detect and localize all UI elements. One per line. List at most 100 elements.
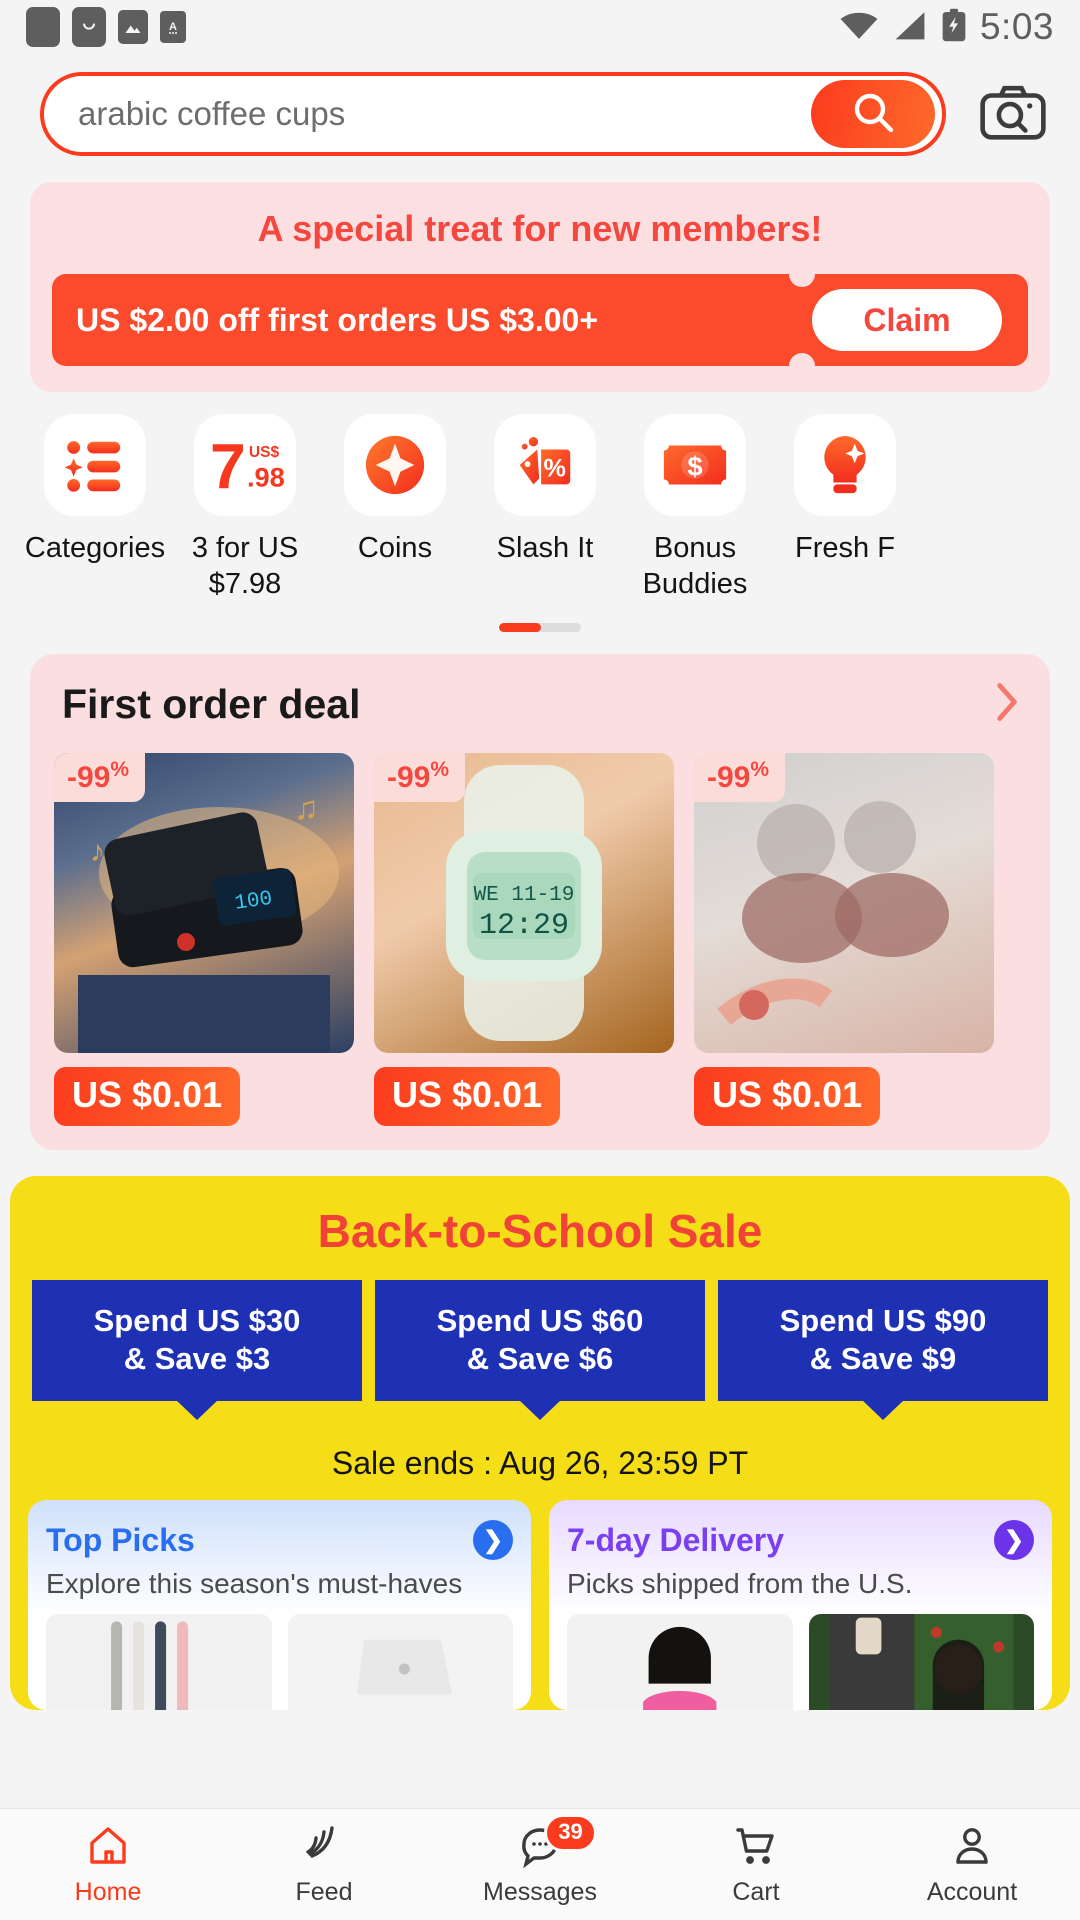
- delivery-thumbs: [567, 1614, 1034, 1710]
- chevron-right-circle-icon[interactable]: ❯: [473, 1520, 513, 1560]
- bottom-navigation: Home Feed 39 Messages Cart Account: [0, 1808, 1080, 1920]
- first-order-deal-products: 100 ♫ ♪ -99% US $0.01 WE 11-19 12:29 -99…: [50, 752, 1030, 1126]
- claim-button[interactable]: Claim: [812, 289, 1002, 351]
- tier-line-1: Spend US $30: [93, 1302, 301, 1338]
- shopping-bag-icon: [72, 7, 106, 47]
- member-banner-title: A special treat for new members!: [257, 208, 823, 249]
- top-picks-card[interactable]: Top Picks ❯ Explore this season's must-h…: [28, 1500, 531, 1710]
- quick-link-bonus-buddies[interactable]: $ Bonus Buddies: [620, 414, 770, 603]
- svg-text:♪: ♪: [90, 835, 105, 868]
- camera-search-button[interactable]: [972, 73, 1054, 155]
- nav-label: Account: [926, 1878, 1018, 1906]
- quick-link-coins[interactable]: Coins: [320, 414, 470, 603]
- back-to-school-section: Back-to-School Sale Spend US $30 & Save …: [10, 1175, 1070, 1710]
- tier-line-1: Spend US $60: [436, 1302, 644, 1338]
- spend-save-tier[interactable]: Spend US $60 & Save $6: [375, 1279, 705, 1401]
- sale-end-text: Sale ends : Aug 26, 23:59 PT: [331, 1445, 749, 1481]
- product-image[interactable]: -99%: [694, 752, 994, 1053]
- quick-link-fresh-finds[interactable]: Fresh F: [770, 414, 920, 603]
- top-picks-thumbs: [46, 1614, 513, 1710]
- app-screen: A 5:03 arabic coffee cups A special trea…: [0, 0, 1080, 1920]
- quick-link-slash-it[interactable]: % Slash It: [470, 414, 620, 603]
- nav-messages[interactable]: 39 Messages: [432, 1814, 648, 1907]
- product-thumbnail[interactable]: [46, 1614, 272, 1710]
- tier-line-2: & Save $6: [466, 1341, 614, 1377]
- search-bar[interactable]: arabic coffee cups: [40, 72, 946, 156]
- discount-badge: -99%: [374, 752, 466, 802]
- promo-subcards: Top Picks ❯ Explore this season's must-h…: [10, 1482, 1070, 1710]
- status-bar-clock: 5:03: [979, 6, 1054, 47]
- coupon-ticket[interactable]: US $2.00 off first orders US $3.00+ Clai…: [52, 274, 1028, 366]
- slash-it-tag-icon: %: [494, 414, 596, 516]
- product-card[interactable]: WE 11-19 12:29 -99% US $0.01: [374, 752, 674, 1126]
- spend-save-tier[interactable]: Spend US $90 & Save $9: [718, 1279, 1048, 1401]
- ticket-notch-bottom: [789, 353, 815, 366]
- nav-cart[interactable]: Cart: [648, 1822, 864, 1907]
- top-picks-header: Top Picks ❯: [46, 1520, 513, 1560]
- ticket-notch-top: [789, 274, 815, 287]
- svg-text:♫: ♫: [294, 789, 319, 826]
- bonus-cash-icon: $: [644, 414, 746, 516]
- coins-icon: [344, 414, 446, 516]
- spend-save-tier[interactable]: Spend US $30 & Save $3: [32, 1279, 362, 1401]
- messages-unread-badge: 39: [544, 1814, 597, 1852]
- svg-text:.98: .98: [247, 461, 284, 492]
- nav-label: Home: [74, 1878, 142, 1906]
- product-thumbnail[interactable]: [287, 1614, 513, 1710]
- fresh-finds-bulb-icon: [794, 414, 896, 516]
- nav-label: Cart: [732, 1878, 780, 1906]
- top-picks-title: Top Picks: [46, 1521, 195, 1558]
- coupon-offer-text: US $2.00 off first orders US $3.00+: [76, 301, 598, 338]
- product-thumbnail[interactable]: [567, 1614, 793, 1710]
- nav-feed[interactable]: Feed: [216, 1822, 432, 1907]
- section-title: First order deal: [62, 680, 361, 727]
- svg-text:12:29: 12:29: [479, 909, 569, 943]
- product-card[interactable]: -99% US $0.01: [694, 752, 994, 1126]
- nav-account[interactable]: Account: [864, 1822, 1080, 1907]
- quick-link-categories[interactable]: Categories: [20, 414, 170, 603]
- quick-link-label: Categories: [24, 532, 166, 564]
- three-for-price-icon: 7 US$ .98: [194, 414, 296, 516]
- svg-text:A: A: [169, 21, 177, 33]
- product-price: US $0.01: [694, 1066, 881, 1126]
- nav-home[interactable]: Home: [0, 1822, 216, 1907]
- tier-line-2: & Save $3: [123, 1341, 271, 1377]
- wifi-icon: [839, 9, 879, 46]
- seven-day-delivery-card[interactable]: 7-day Delivery ❯ Picks shipped from the …: [549, 1500, 1052, 1710]
- pager-thumb[interactable]: [499, 622, 541, 632]
- chevron-right-icon[interactable]: [990, 680, 1024, 729]
- quick-link-label: Coins: [357, 532, 433, 564]
- new-member-banner: A special treat for new members! US $2.0…: [30, 182, 1050, 392]
- pager-track: [499, 622, 581, 632]
- search-button[interactable]: [811, 80, 935, 148]
- cart-icon: [736, 1828, 774, 1864]
- svg-text:US$: US$: [249, 444, 280, 461]
- top-picks-subtitle: Explore this season's must-haves: [46, 1568, 463, 1599]
- first-order-deal-header[interactable]: First order deal: [50, 680, 1030, 729]
- feed-icon: [306, 1826, 334, 1858]
- delivery-header: 7-day Delivery ❯: [567, 1520, 1034, 1560]
- chevron-right-circle-icon[interactable]: ❯: [994, 1520, 1034, 1560]
- product-image[interactable]: WE 11-19 12:29 -99%: [374, 752, 674, 1053]
- quick-link-three-for-price[interactable]: 7 US$ .98 3 for US $7.98: [170, 414, 320, 603]
- product-price: US $0.01: [54, 1066, 241, 1126]
- status-bar: A 5:03: [0, 0, 1080, 54]
- product-price: US $0.01: [374, 1066, 561, 1126]
- tier-line-1: Spend US $90: [779, 1302, 987, 1338]
- discount-badge: -99%: [54, 752, 146, 802]
- search-input[interactable]: arabic coffee cups: [78, 95, 811, 133]
- camera-search-icon: [980, 82, 1046, 147]
- product-image[interactable]: 100 ♫ ♪ -99%: [54, 752, 354, 1053]
- product-card[interactable]: 100 ♫ ♪ -99% US $0.01: [54, 752, 354, 1126]
- categories-icon: [44, 414, 146, 516]
- quick-links-row[interactable]: Categories 7 US$ .98 3 for US $7.98 Coin…: [0, 392, 1080, 603]
- svg-text:$: $: [687, 451, 702, 482]
- status-bar-notifications: A: [26, 7, 186, 47]
- search-icon: [849, 88, 897, 141]
- spend-save-tiers: Spend US $30 & Save $3 Spend US $60 & Sa…: [10, 1279, 1070, 1401]
- quick-links-pager[interactable]: [0, 622, 1080, 632]
- product-thumbnail[interactable]: [808, 1614, 1034, 1710]
- first-order-deal-section: First order deal 100 ♫ ♪ -99% US $0.01 W…: [30, 653, 1050, 1150]
- nav-label: Messages: [483, 1878, 597, 1906]
- quick-link-label: Slash It: [496, 532, 594, 564]
